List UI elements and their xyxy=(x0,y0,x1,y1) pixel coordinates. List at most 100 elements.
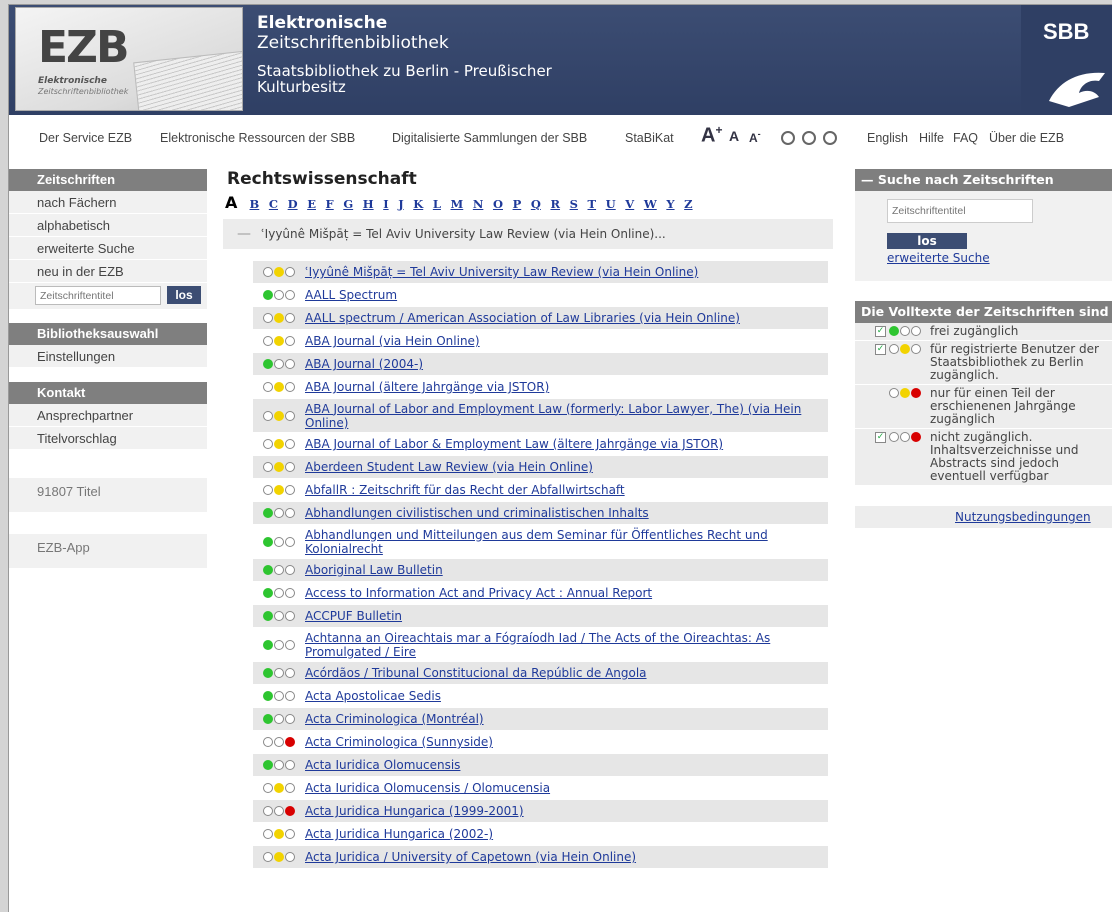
journal-title-link[interactable]: Acórdãos / Tribunal Constitucional da Re… xyxy=(305,666,647,680)
journal-title-link[interactable]: Acta Juridica Hungarica (1999-2001) xyxy=(305,804,524,818)
search-panel-header[interactable]: — Suche nach Zeitschriften xyxy=(855,169,1112,191)
legend-checkbox[interactable]: ✓ xyxy=(875,432,886,443)
journal-title-link[interactable]: ABA Journal (ältere Jahrgänge via JSTOR) xyxy=(305,380,549,394)
alphabet-letter-o[interactable]: O xyxy=(493,197,503,211)
ezb-logo[interactable]: EZB Elektronische Zeitschriftenbibliothe… xyxy=(15,7,243,111)
journal-title-link[interactable]: ABA Journal (2004-) xyxy=(305,357,423,371)
sbb-logo[interactable]: SBB xyxy=(1021,5,1112,115)
font-size-increase[interactable]: A+ xyxy=(701,123,722,148)
right-sidebar: — Suche nach Zeitschriften los erweitert… xyxy=(855,169,1112,528)
journal-title-link[interactable]: ABA Journal of Labor & Employment Law (ä… xyxy=(305,437,723,451)
font-size-decrease[interactable]: A- xyxy=(749,129,761,145)
nav-elektronische-ressourcen[interactable]: Elektronische Ressourcen der SBB xyxy=(160,131,355,145)
alphabet-letter-w[interactable]: W xyxy=(644,197,657,211)
alphabet-letter-d[interactable]: D xyxy=(288,197,298,211)
alphabet-letter-j[interactable]: J xyxy=(398,197,403,211)
font-size-decrease-letter: A xyxy=(749,131,758,145)
journal-title-link[interactable]: Aboriginal Law Bulletin xyxy=(305,563,443,577)
nav-faq[interactable]: FAQ xyxy=(953,131,978,145)
alphabet-letter-e[interactable]: E xyxy=(307,197,316,211)
alphabet-letter-q[interactable]: Q xyxy=(531,197,541,211)
journal-title-link[interactable]: Abhandlungen und Mitteilungen aus dem Se… xyxy=(305,528,828,556)
alphabet-letter-p[interactable]: P xyxy=(513,197,522,211)
nav-stabikat[interactable]: StaBiKat xyxy=(625,131,674,145)
alphabet-letter-z[interactable]: Z xyxy=(684,197,692,211)
sidebar-item-titelvorschlag[interactable]: Titelvorschlag xyxy=(9,427,207,450)
alphabet-letter-r[interactable]: R xyxy=(550,197,560,211)
sidebar-item-ezb-app[interactable]: EZB-App xyxy=(9,534,207,568)
journal-title-link[interactable]: Acta Juridica Hungarica (2002-) xyxy=(305,827,493,841)
status-dot-red-icon xyxy=(911,388,921,398)
journal-title-link[interactable]: Access to Information Act and Privacy Ac… xyxy=(305,586,652,600)
journal-row: Achtanna an Oireachtais mar a Fógraíodh … xyxy=(253,628,828,662)
journal-row: Acta Juridica Hungarica (2002-) xyxy=(253,823,828,846)
nav-english[interactable]: English xyxy=(867,131,908,145)
sidebar-item-erweiterte-suche[interactable]: erweiterte Suche xyxy=(9,237,207,260)
nav-service-ezb[interactable]: Der Service EZB xyxy=(39,131,132,145)
journal-search-input[interactable] xyxy=(887,199,1033,223)
status-dot-green-icon xyxy=(263,639,273,650)
sidebar-item-ansprechpartner[interactable]: Ansprechpartner xyxy=(9,404,207,427)
alphabet-letter-l[interactable]: L xyxy=(433,197,441,211)
journal-title-link[interactable]: AbfallR : Zeitschrift für das Recht der … xyxy=(305,483,625,497)
collapsible-section-header[interactable]: — ʿIyyûnê Mišpāṭ = Tel Aviv University La… xyxy=(223,219,833,249)
nav-hilfe[interactable]: Hilfe xyxy=(919,131,944,145)
journal-title-link[interactable]: Acta Criminologica (Montréal) xyxy=(305,712,484,726)
alphabet-letter-i[interactable]: I xyxy=(383,197,388,211)
status-dot-empty-icon xyxy=(263,783,273,793)
alphabet-letter-f[interactable]: F xyxy=(326,197,334,211)
legend-checkbox[interactable]: ✓ xyxy=(875,344,886,355)
font-size-reset[interactable]: A xyxy=(729,128,739,144)
nav-digitalisierte-sammlungen[interactable]: Digitalisierte Sammlungen der SBB xyxy=(392,131,587,145)
advanced-search-link[interactable]: erweiterte Suche xyxy=(887,251,990,265)
journal-title-link[interactable]: ABA Journal of Labor and Employment Law … xyxy=(305,402,828,430)
journal-title-link[interactable]: ABA Journal (via Hein Online) xyxy=(305,334,480,348)
alphabet-letter-t[interactable]: T xyxy=(588,197,597,211)
print-icon[interactable] xyxy=(802,131,816,145)
sidebar-item-einstellungen[interactable]: Einstellungen xyxy=(9,345,207,368)
header-title: Elektronische Zeitschriftenbibliothek St… xyxy=(257,13,552,95)
journal-title-link[interactable]: ʿIyyûnê Mišpāṭ = Tel Aviv University Law… xyxy=(305,265,698,279)
journal-title-link[interactable]: Abhandlungen civilistischen und criminal… xyxy=(305,506,649,520)
status-dot-empty-icon xyxy=(263,806,273,816)
collapse-icon[interactable]: — xyxy=(237,226,251,242)
alphabet-letter-s[interactable]: S xyxy=(570,197,578,211)
journal-title-link[interactable]: Acta Iuridica Olomucensis / Olomucensia xyxy=(305,781,550,795)
sidebar-search-input[interactable] xyxy=(35,286,161,305)
status-dot-empty-icon xyxy=(285,508,295,518)
alphabet-letter-u[interactable]: U xyxy=(606,197,616,211)
section-label: ʿIyyûnê Mišpāṭ = Tel Aviv University Law… xyxy=(261,227,666,241)
terms-link[interactable]: Nutzungsbedingungen xyxy=(955,510,1091,524)
alphabet-letter-b[interactable]: B xyxy=(250,197,260,211)
status-dot-empty-icon xyxy=(263,382,273,392)
journal-title-link[interactable]: Acta Juridica / University of Capetown (… xyxy=(305,850,636,864)
nav-ueber-ezb[interactable]: Über die EZB xyxy=(989,131,1064,145)
journal-title-link[interactable]: Acta Iuridica Olomucensis xyxy=(305,758,460,772)
alphabet-letter-k[interactable]: K xyxy=(413,197,423,211)
sidebar-item-faechern[interactable]: nach Fächern xyxy=(9,191,207,214)
sidebar-item-neu[interactable]: neu in der EZB xyxy=(9,260,207,283)
journal-title-link[interactable]: Aberdeen Student Law Review (via Hein On… xyxy=(305,460,593,474)
sidebar-item-alphabetisch[interactable]: alphabetisch xyxy=(9,214,207,237)
journal-title-link[interactable]: Achtanna an Oireachtais mar a Fógraíodh … xyxy=(305,631,828,659)
journal-title-link[interactable]: Acta Criminologica (Sunnyside) xyxy=(305,735,493,749)
journal-search-button[interactable]: los xyxy=(887,233,967,249)
journal-title-link[interactable]: AALL Spectrum xyxy=(305,288,397,302)
alphabet-letter-n[interactable]: N xyxy=(473,197,484,211)
sidebar-search-button[interactable]: los xyxy=(167,286,201,304)
alphabet-letter-v[interactable]: V xyxy=(625,197,634,211)
contrast-icon[interactable] xyxy=(781,131,795,145)
journal-title-link[interactable]: Acta Apostolicae Sedis xyxy=(305,689,441,703)
alphabet-letter-y[interactable]: Y xyxy=(666,197,674,211)
journal-title-link[interactable]: ACCPUF Bulletin xyxy=(305,609,402,623)
alphabet-letter-m[interactable]: M xyxy=(451,197,464,211)
alphabet-letter-h[interactable]: H xyxy=(363,197,374,211)
availability-dots xyxy=(263,714,305,724)
alphabet-letter-g[interactable]: G xyxy=(343,197,353,211)
alphabet-letter-c[interactable]: C xyxy=(269,197,278,211)
share-icon[interactable] xyxy=(823,131,837,145)
status-dot-empty-icon xyxy=(889,388,899,398)
journal-title-link[interactable]: AALL spectrum / American Association of … xyxy=(305,311,740,325)
legend-checkbox[interactable]: ✓ xyxy=(875,326,886,337)
